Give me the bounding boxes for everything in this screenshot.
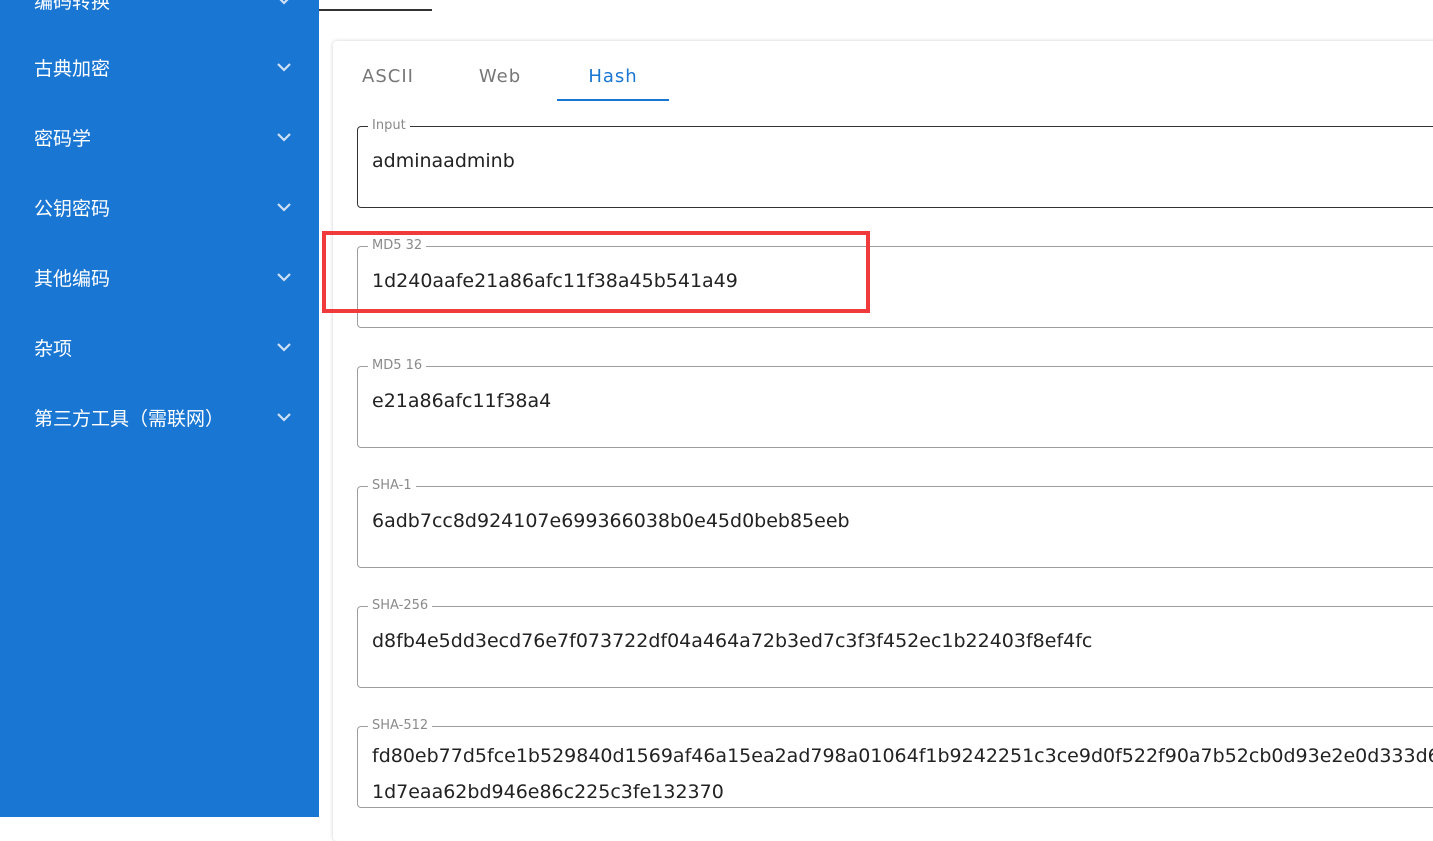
- sidebar-item-label: 第三方工具（需联网）: [34, 407, 225, 430]
- sha512-field[interactable]: SHA-512 fd80eb77d5fce1b529840d1569af46a1…: [357, 718, 1433, 808]
- chevron-down-icon: [274, 267, 294, 287]
- sidebar-item-label: 杂项: [34, 337, 73, 360]
- tab-label: Web: [478, 65, 522, 87]
- sidebar-item-classical-cipher[interactable]: 古典加密: [0, 43, 319, 91]
- sha256-value[interactable]: d8fb4e5dd3ecd76e7f073722df04a464a72b3ed7…: [372, 626, 1092, 656]
- sidebar-item-label: 古典加密: [34, 57, 111, 80]
- chevron-down-icon: [274, 127, 294, 147]
- tab-ascii[interactable]: ASCII: [333, 51, 443, 101]
- sidebar-item-misc[interactable]: 杂项: [0, 323, 319, 371]
- md5-32-field[interactable]: MD5 32 1d240aafe21a86afc11f38a45b541a49: [357, 238, 1433, 328]
- sidebar-item-label: 密码学: [34, 127, 92, 150]
- field-label: SHA-1: [368, 478, 416, 494]
- field-label: SHA-256: [368, 598, 433, 614]
- field-label: SHA-512: [368, 718, 433, 734]
- input-value[interactable]: adminaadminb: [372, 146, 515, 176]
- md5-32-value[interactable]: 1d240aafe21a86afc11f38a45b541a49: [372, 266, 738, 296]
- input-field[interactable]: Input adminaadminb: [357, 118, 1433, 208]
- tab-label: Hash: [588, 65, 638, 87]
- active-tab-indicator: [557, 99, 669, 101]
- chevron-down-icon: [274, 407, 294, 427]
- md5-16-value[interactable]: e21a86afc11f38a4: [372, 386, 551, 416]
- sidebar-item-encoding-conversion[interactable]: 编码转换: [0, 0, 319, 24]
- sha512-value-line1[interactable]: fd80eb77d5fce1b529840d1569af46a15ea2ad79…: [372, 741, 1433, 771]
- chevron-down-icon: [274, 0, 294, 10]
- sidebar-item-third-party-tools[interactable]: 第三方工具（需联网）: [0, 393, 319, 441]
- field-label: MD5 32: [368, 238, 427, 254]
- sidebar: 编码转换 古典加密 密码学 公钥密码 其他编码 杂项 第三方工具（需联网）: [0, 0, 319, 817]
- tab-label: ASCII: [362, 65, 414, 87]
- chevron-down-icon: [274, 337, 294, 357]
- sidebar-item-other-encoding[interactable]: 其他编码: [0, 253, 319, 301]
- divider: [319, 9, 432, 11]
- md5-16-field[interactable]: MD5 16 e21a86afc11f38a4: [357, 358, 1433, 448]
- sha1-field[interactable]: SHA-1 6adb7cc8d924107e699366038b0e45d0be…: [357, 478, 1433, 568]
- field-label: MD5 16: [368, 358, 427, 374]
- sidebar-item-public-key[interactable]: 公钥密码: [0, 183, 319, 231]
- chevron-down-icon: [274, 197, 294, 217]
- sidebar-item-cryptography[interactable]: 密码学: [0, 113, 319, 161]
- tab-web[interactable]: Web: [445, 51, 555, 101]
- sidebar-item-label: 其他编码: [34, 267, 111, 290]
- chevron-down-icon: [274, 57, 294, 77]
- sha1-value[interactable]: 6adb7cc8d924107e699366038b0e45d0beb85eeb: [372, 506, 850, 536]
- sidebar-item-label: 公钥密码: [34, 197, 111, 220]
- sha512-value-line2[interactable]: 1d7eaa62bd946e86c225c3fe132370: [372, 777, 724, 807]
- sha256-field[interactable]: SHA-256 d8fb4e5dd3ecd76e7f073722df04a464…: [357, 598, 1433, 688]
- tab-hash[interactable]: Hash: [557, 51, 669, 101]
- field-label: Input: [368, 118, 410, 134]
- sidebar-item-label: 编码转换: [34, 0, 111, 13]
